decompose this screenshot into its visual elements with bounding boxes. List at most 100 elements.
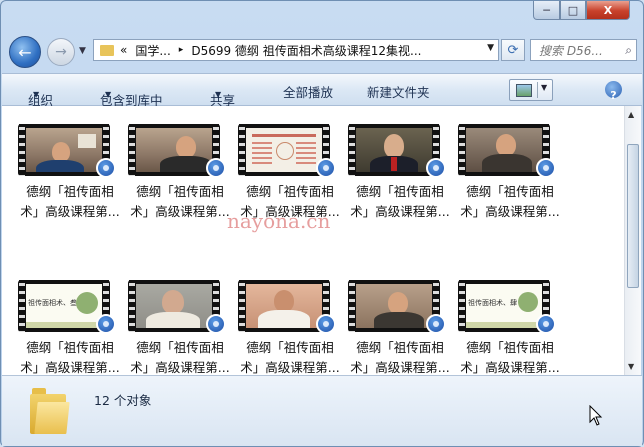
maximize-button[interactable]: □ xyxy=(560,1,586,20)
back-button[interactable]: ← xyxy=(9,36,41,68)
media-player-icon xyxy=(206,158,226,178)
divider xyxy=(537,82,538,98)
folder-icon xyxy=(30,388,70,434)
person-figure xyxy=(52,142,70,162)
thumbnail-frame xyxy=(136,128,212,172)
refresh-button[interactable]: ⟳ xyxy=(501,39,525,61)
media-player-icon xyxy=(536,314,556,334)
person-figure xyxy=(258,310,310,328)
thumbnail-frame xyxy=(356,128,432,172)
back-arrow-icon: ← xyxy=(18,42,32,62)
decorative-image xyxy=(76,292,98,314)
search-icon: ⌕ xyxy=(625,43,632,57)
document-table xyxy=(252,142,272,166)
change-view-button[interactable]: ▼ xyxy=(509,79,553,101)
explorer-window: ─ □ X ← → ▼ « 国学... ▸ D5699 德纲 祖传面相术高级课程… xyxy=(0,0,644,447)
media-player-icon xyxy=(206,314,226,334)
film-strip xyxy=(349,280,355,332)
breadcrumb-separator[interactable]: ▸ xyxy=(179,45,184,55)
breadcrumb-segment-1[interactable]: 国学... xyxy=(135,42,170,59)
film-strip xyxy=(349,124,355,176)
chevron-down-icon: ▼ xyxy=(33,90,40,99)
media-player-icon xyxy=(426,314,446,334)
help-button[interactable]: ? xyxy=(605,81,622,102)
file-name: 德纲「祖传面相 术」高级课程第... xyxy=(130,340,230,375)
window-controls: ─ □ X xyxy=(533,1,630,21)
film-strip xyxy=(459,280,465,332)
view-icon xyxy=(516,84,532,97)
media-player-icon xyxy=(536,158,556,178)
person-figure xyxy=(274,290,294,312)
refresh-icon: ⟳ xyxy=(507,42,519,58)
film-strip xyxy=(129,280,135,332)
decorative-image xyxy=(518,292,538,312)
face-diagram xyxy=(276,142,294,160)
thumbnail-frame xyxy=(26,128,102,172)
chevron-down-icon[interactable]: ▼ xyxy=(541,83,547,92)
new-folder-button[interactable]: 新建文件夹 xyxy=(367,82,430,101)
film-strip xyxy=(19,280,25,332)
chevron-down-icon: ▼ xyxy=(105,90,112,99)
minimize-button[interactable]: ─ xyxy=(533,1,560,20)
file-name: 德纲「祖传面相 术」高级课程第... xyxy=(130,184,230,219)
media-player-icon xyxy=(426,158,446,178)
thumbnail-frame xyxy=(136,284,212,328)
film-strip xyxy=(239,124,245,176)
film-strip xyxy=(129,124,135,176)
vertical-scrollbar[interactable]: ▲ ▼ xyxy=(624,106,641,375)
file-name: 德纲「祖传面相 术」高级课程第... xyxy=(350,340,450,375)
document-line xyxy=(252,134,316,137)
media-player-icon xyxy=(316,158,336,178)
search-input[interactable]: 搜索 D56... ⌕ xyxy=(530,39,637,61)
person-figure xyxy=(482,154,532,172)
person-figure xyxy=(388,292,408,314)
scroll-up-arrow-icon[interactable]: ▲ xyxy=(628,110,634,119)
recent-pages-dropdown[interactable]: ▼ xyxy=(79,46,86,56)
slide-title: 祖传面相术、肆 xyxy=(468,299,517,307)
watermark: nayona.cn xyxy=(227,209,331,233)
file-list: 德纲「祖传面相 术」高级课程第... 德纲「祖传面相 术」高级课程第... 德纲… xyxy=(2,106,624,375)
media-player-icon xyxy=(316,314,336,334)
folder-icon xyxy=(100,44,114,56)
divider xyxy=(466,322,542,328)
address-overflow[interactable]: « xyxy=(120,43,127,57)
file-name: 德纲「祖传面相 术」高级课程第... xyxy=(460,184,560,219)
command-toolbar: 组织 ▼ 包含到库中 ▼ 共享 ▼ 全部播放 新建文件夹 ▼ ? xyxy=(2,73,642,108)
chevron-down-icon: ▼ xyxy=(215,90,222,99)
mouse-cursor-icon xyxy=(589,405,603,426)
play-all-button[interactable]: 全部播放 xyxy=(283,82,333,101)
film-strip xyxy=(239,280,245,332)
file-name: 德纲「祖传面相 术」高级课程第... xyxy=(350,184,450,219)
slide-title: 祖传面相术、叁 xyxy=(28,299,77,307)
thumbnail-frame xyxy=(356,284,432,328)
film-strip xyxy=(459,124,465,176)
scroll-down-arrow-icon[interactable]: ▼ xyxy=(628,362,634,371)
address-bar[interactable]: « 国学... ▸ D5699 德纲 祖传面相术高级课程12集视... ▼ xyxy=(93,39,499,61)
person-figure xyxy=(384,134,404,158)
file-name: 德纲「祖传面相 术」高级课程第... xyxy=(20,340,120,375)
thumbnail-frame: 祖传面相术、肆 xyxy=(466,284,542,328)
tie xyxy=(391,157,397,171)
scrollbar-thumb[interactable] xyxy=(627,144,639,288)
file-name: 德纲「祖传面相 术」高级课程第... xyxy=(460,340,560,375)
forward-button[interactable]: → xyxy=(47,38,75,66)
background-object xyxy=(78,134,96,148)
address-dropdown[interactable]: ▼ xyxy=(487,43,494,53)
thumbnail-frame xyxy=(246,128,322,172)
person-figure xyxy=(36,160,84,172)
person-figure xyxy=(146,312,200,328)
thumbnail-frame xyxy=(246,284,322,328)
media-player-icon xyxy=(96,158,116,178)
close-button[interactable]: X xyxy=(586,1,630,20)
file-name: 德纲「祖传面相 术」高级课程第... xyxy=(240,340,340,375)
person-figure xyxy=(162,290,184,314)
details-pane: 12 个对象 xyxy=(2,375,642,446)
breadcrumb-segment-2[interactable]: D5699 德纲 祖传面相术高级课程12集视... xyxy=(191,42,421,59)
file-name: 德纲「祖传面相 术」高级课程第... xyxy=(20,184,120,219)
help-icon: ? xyxy=(610,89,617,102)
person-figure xyxy=(374,312,424,328)
document-table xyxy=(296,142,316,166)
film-strip xyxy=(19,124,25,176)
item-count: 12 个对象 xyxy=(94,393,152,408)
person-figure xyxy=(176,136,196,158)
